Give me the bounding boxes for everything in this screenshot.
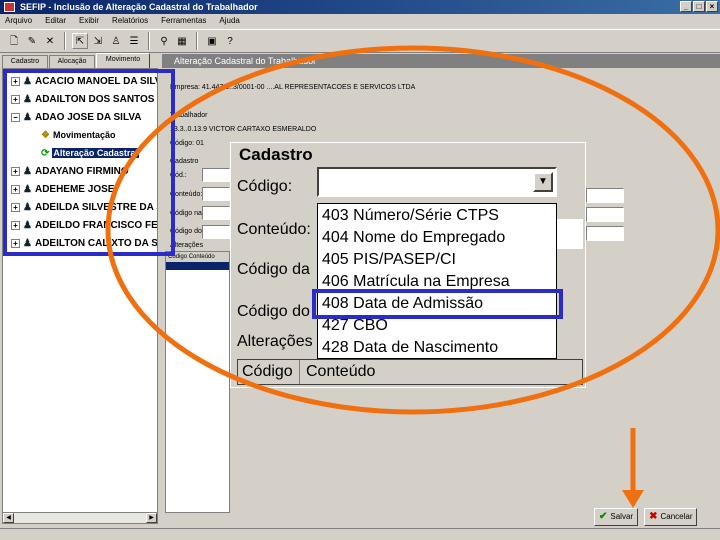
option-405[interactable]: 405 PIS/PASEP/CI — [322, 249, 456, 271]
title-bar: SEFIP - Inclusão de Alteração Cadastral … — [0, 0, 720, 14]
panel-header: Alteração Cadastral do Trabalhador — [162, 54, 720, 68]
zoom-title: Cadastro — [239, 145, 313, 164]
salvar-button[interactable]: ✔ Salvar — [594, 508, 639, 526]
cod-trab-field[interactable] — [202, 225, 230, 239]
toolbar-separator — [196, 32, 198, 50]
right-field-1[interactable] — [586, 188, 624, 203]
zoom-grid-header: Código Conteúdo — [237, 359, 583, 385]
option-403[interactable]: 403 Número/Série CTPS — [322, 205, 499, 227]
zoom-alteracoes-label: Alterações — [237, 333, 313, 350]
side-tabs: Cadastro Alocação Movimento — [2, 53, 158, 68]
tab-cadastro[interactable]: Cadastro — [2, 55, 48, 68]
find-icon[interactable]: ⚲ — [156, 33, 172, 49]
alteracoes-grid[interactable]: Código Conteúdo — [165, 251, 230, 513]
list-icon[interactable]: ☰ — [126, 33, 142, 49]
close-button[interactable]: × — [706, 1, 718, 12]
check-icon: ✔ — [599, 511, 608, 522]
toolbar: 🗋 ✎ ✕ ⇱ ⇲ ♙ ☰ ⚲ ▦ ▣ ? — [0, 29, 720, 53]
menu-ferramentas[interactable]: Ferramentas — [161, 14, 206, 28]
move-icon[interactable]: ⇲ — [90, 33, 106, 49]
cancel-icon: ✖ — [649, 511, 658, 522]
zoom-conteudo-label: Conteúdo: — [237, 221, 311, 238]
action-buttons: ✔ Salvar ✖ Cancelar — [594, 508, 698, 526]
scroll-left-icon[interactable]: ◀ — [3, 513, 14, 523]
new-icon[interactable]: 🗋 — [6, 33, 22, 49]
delete-icon[interactable]: ✕ — [42, 33, 58, 49]
menu-arquivo[interactable]: Arquivo — [5, 14, 32, 28]
toolbar-separator — [148, 32, 150, 50]
toolbar-separator — [64, 32, 66, 50]
menu-relatorios[interactable]: Relatórios — [112, 14, 148, 28]
trabalhador-text: 13.3..0.13.9 VICTOR CARTAXO ESMERALDO — [170, 126, 317, 133]
option-428[interactable]: 428 Data de Nascimento — [322, 337, 498, 359]
scroll-right-icon[interactable]: ▶ — [146, 513, 157, 523]
menu-exibir[interactable]: Exibir — [79, 14, 99, 28]
zoom-col-conteudo: Conteúdo — [306, 363, 376, 380]
user-icon[interactable]: ♙ — [108, 33, 124, 49]
dropdown-arrow-icon[interactable]: ▼ — [533, 172, 553, 192]
status-bar — [0, 528, 720, 540]
option-404[interactable]: 404 Nome do Empregado — [322, 227, 505, 249]
codigo-text: Código: 01 — [170, 140, 204, 147]
help-icon[interactable]: ? — [222, 33, 238, 49]
cancelar-button[interactable]: ✖ Cancelar — [644, 508, 698, 526]
window-title: SEFIP - Inclusão de Alteração Cadastral … — [20, 2, 258, 12]
cancelar-label: Cancelar — [660, 512, 693, 521]
tab-alocacao[interactable]: Alocação — [49, 55, 95, 68]
grid-header: Código Conteúdo — [166, 252, 229, 262]
empresa-text: Empresa: 41.447.3..3/0001-00 ....AL REPR… — [170, 84, 416, 91]
codigo-options-list[interactable]: 403 Número/Série CTPS 404 Nome do Empreg… — [317, 203, 557, 359]
app-icon — [4, 2, 15, 12]
select-icon[interactable]: ⇱ — [72, 33, 88, 49]
option-highlight-box — [312, 289, 563, 319]
maximize-button[interactable]: □ — [693, 1, 705, 12]
grid-selected-row[interactable] — [166, 262, 229, 270]
menu-editar[interactable]: Editar — [45, 14, 66, 28]
edit-icon[interactable]: ✎ — [24, 33, 40, 49]
cod-field[interactable] — [202, 168, 230, 182]
tree-scrollbar[interactable]: ◀ ▶ — [2, 512, 158, 524]
salvar-label: Salvar — [610, 512, 634, 521]
zoom-codigo-label: Código: — [237, 178, 293, 195]
right-field-2[interactable] — [586, 207, 624, 222]
tree-highlight-box — [3, 69, 175, 256]
menu-ajuda[interactable]: Ajuda — [219, 14, 239, 28]
zoom-codigo-do-label: Código do — [237, 303, 310, 320]
grid-icon[interactable]: ▦ — [174, 33, 190, 49]
calendar-icon[interactable]: ▣ — [204, 33, 220, 49]
codigo-dropdown[interactable]: ▼ — [317, 167, 557, 197]
zoom-codigo-da-label: Código da — [237, 261, 310, 278]
conteudo-field[interactable] — [202, 187, 230, 201]
trabalhador-label: Trabalhador — [170, 112, 208, 119]
tab-movimento[interactable]: Movimento — [96, 53, 150, 68]
right-field-3[interactable] — [586, 226, 624, 241]
menu-bar: Arquivo Editar Exibir Relatórios Ferrame… — [0, 14, 720, 28]
minimize-button[interactable]: _ — [680, 1, 692, 12]
screen: { "window": {"title": "SEFIP - Inclusão … — [0, 0, 720, 540]
cadastro-zoom: Cadastro Código: ▼ Conteúdo: Código da C… — [230, 142, 586, 388]
cod-empresa-field[interactable] — [202, 206, 230, 220]
zoom-col-codigo: Código — [238, 360, 300, 384]
grid-col-conteudo: Conteúdo — [188, 254, 215, 260]
